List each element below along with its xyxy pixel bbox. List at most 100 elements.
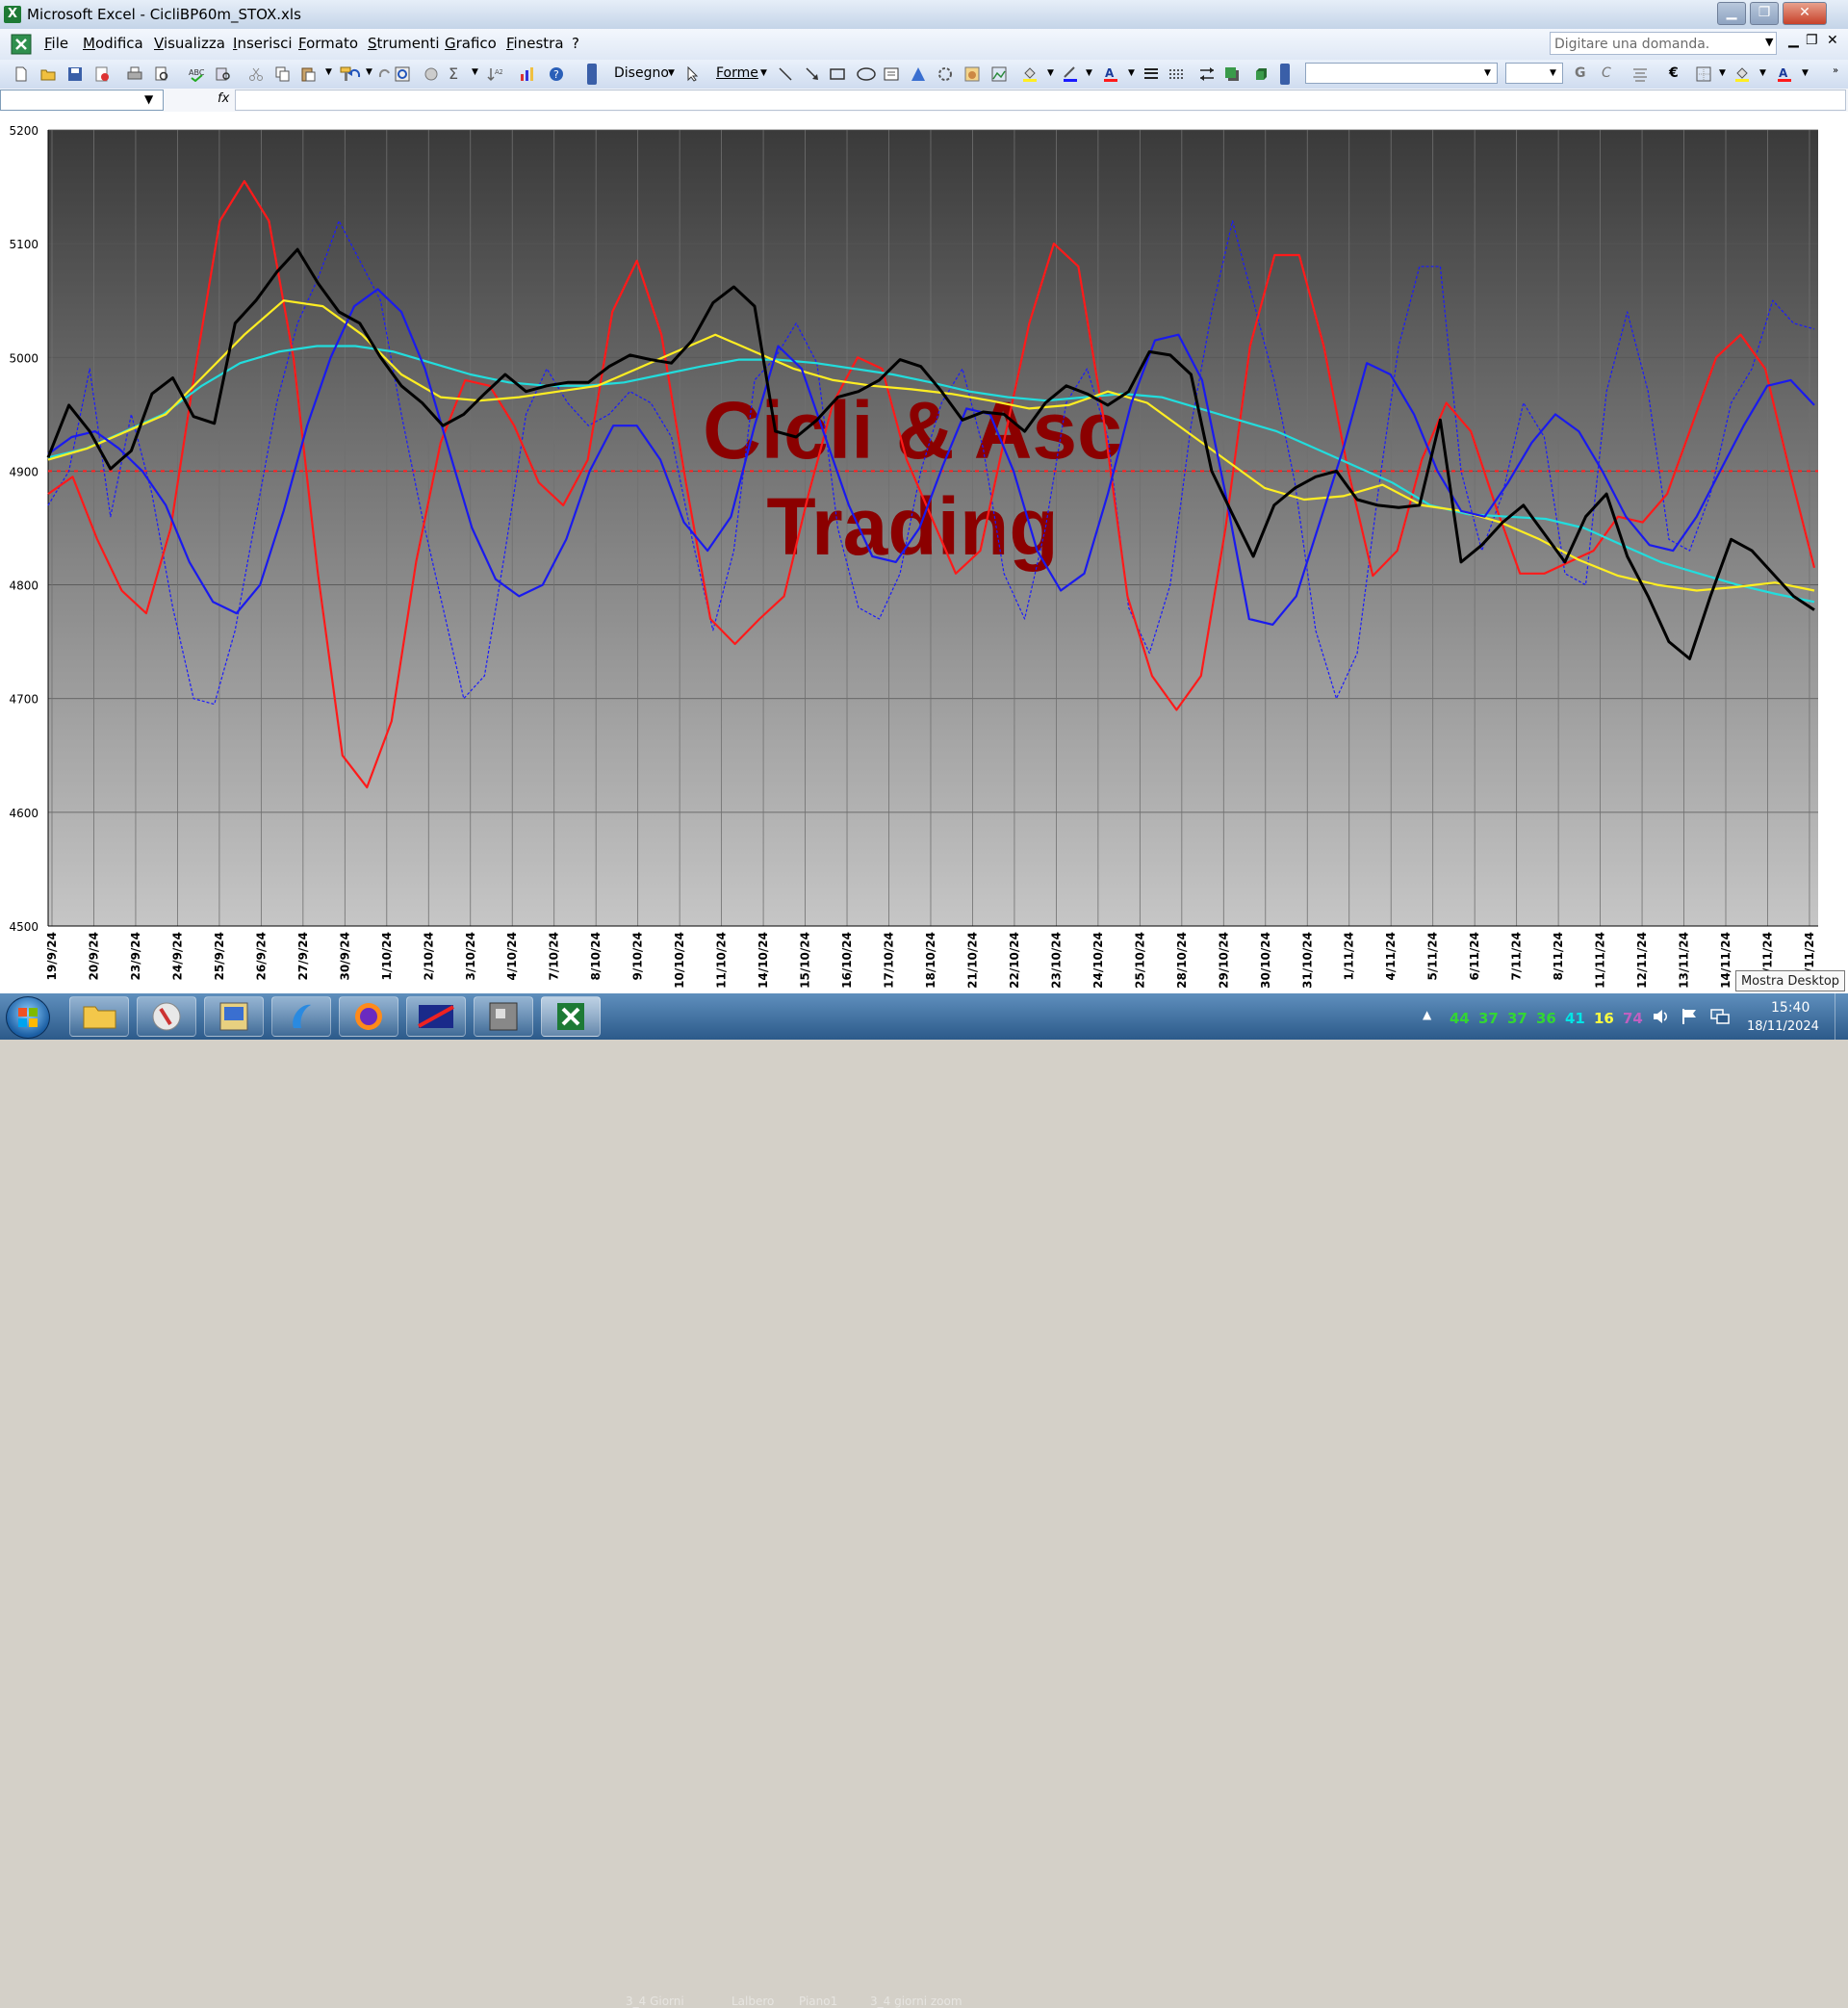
fill-color-icon[interactable] [1022, 66, 1038, 82]
font-color-icon[interactable]: A [1103, 66, 1118, 82]
textbox-tool-icon[interactable] [884, 66, 899, 82]
taskbar-ie[interactable] [271, 996, 331, 1037]
chart-wizard-icon[interactable] [424, 66, 439, 82]
taskbar-trading-app[interactable] [204, 996, 264, 1037]
show-desktop-button[interactable] [1835, 993, 1848, 1040]
select-pointer-icon[interactable] [685, 66, 701, 82]
menu-help[interactable]: ? [572, 35, 579, 52]
fx-icon[interactable]: fx [218, 91, 229, 106]
tray-value-3[interactable]: 37 [1507, 1010, 1527, 1027]
align-icon[interactable] [1632, 66, 1648, 82]
help-icon[interactable]: ? [549, 66, 564, 82]
line-style-icon[interactable] [1143, 66, 1159, 82]
drawing-dropdown-icon[interactable]: ▼ [668, 68, 675, 78]
cut-icon[interactable] [248, 66, 264, 82]
paste-icon[interactable] [300, 66, 316, 82]
menu-modifica[interactable]: Modifica [83, 35, 143, 52]
tray-value-2[interactable]: 37 [1478, 1010, 1499, 1027]
print-preview-icon[interactable] [154, 66, 169, 82]
help-dropdown-icon[interactable]: ▼ [1765, 36, 1773, 48]
start-button[interactable] [6, 996, 50, 1039]
borders-icon[interactable] [1696, 66, 1711, 82]
cycles-chart[interactable]: 4500 4600 4700 4800 4900 5000 5100 5200 19/9/24… [0, 112, 1848, 993]
maximize-button[interactable]: ❐ [1750, 2, 1779, 25]
font-size-dropdown-icon[interactable]: ▼ [1550, 68, 1556, 78]
cell-fill-color-icon[interactable] [1734, 66, 1750, 82]
volume-icon[interactable] [1652, 1007, 1671, 1026]
undo-icon[interactable] [346, 66, 362, 82]
undo-dropdown-icon[interactable]: ▼ [366, 67, 372, 77]
name-box-dropdown-icon[interactable]: ▼ [144, 92, 160, 108]
menu-visualizza[interactable]: Visualizza [154, 35, 225, 52]
excel-app-icon[interactable]: X [4, 6, 21, 23]
shadow-style-icon[interactable] [1224, 66, 1240, 82]
line-color-dropdown-icon[interactable]: ▼ [1086, 68, 1092, 78]
autosum-icon[interactable]: Σ [449, 64, 458, 83]
taskbar-utility[interactable] [474, 996, 533, 1037]
spelling-icon[interactable]: ABC [189, 66, 204, 82]
font-name-dropdown-icon[interactable]: ▼ [1484, 68, 1491, 78]
cell-font-color-dropdown-icon[interactable]: ▼ [1802, 68, 1809, 78]
permission-icon[interactable] [94, 66, 110, 82]
tray-value-6[interactable]: 16 [1594, 1010, 1614, 1027]
toolbar-options-icon[interactable]: » [1833, 65, 1838, 76]
tray-value-1[interactable]: 44 [1450, 1010, 1470, 1027]
paste-dropdown-icon[interactable]: ▼ [325, 67, 332, 77]
new-file-icon[interactable] [13, 66, 29, 82]
sort-icon[interactable]: AZ [487, 66, 502, 82]
research-icon[interactable] [216, 66, 231, 82]
doc-restore-icon[interactable]: ❐ [1806, 33, 1818, 48]
taskbar-explorer[interactable] [69, 996, 129, 1037]
line-color-icon[interactable] [1063, 66, 1078, 82]
clock-date[interactable]: 18/11/2024 [1747, 1019, 1819, 1034]
clock-time[interactable]: 15:40 [1771, 1000, 1810, 1016]
formula-input[interactable] [235, 90, 1846, 111]
print-icon[interactable] [127, 66, 142, 82]
menu-formato[interactable]: Formato [298, 35, 358, 52]
drawing-menu[interactable]: Disegno [614, 65, 669, 81]
save-icon[interactable] [67, 66, 83, 82]
action-center-flag-icon[interactable] [1681, 1007, 1700, 1026]
taskbar-chart-tool[interactable] [406, 996, 466, 1037]
font-color-dropdown-icon[interactable]: ▼ [1128, 68, 1135, 78]
bold-button[interactable]: G [1575, 65, 1586, 81]
cell-fill-dropdown-icon[interactable]: ▼ [1759, 68, 1766, 78]
tray-expand-icon[interactable]: ▲ [1423, 1008, 1431, 1021]
dash-style-icon[interactable] [1168, 66, 1184, 82]
borders-dropdown-icon[interactable]: ▼ [1719, 68, 1726, 78]
insert-picture-icon[interactable] [991, 66, 1007, 82]
diagram-icon[interactable] [937, 66, 953, 82]
3d-style-icon[interactable] [1253, 66, 1269, 82]
arrow-style-icon[interactable] [1199, 66, 1215, 82]
oval-tool-icon[interactable] [857, 66, 876, 82]
chart-icon[interactable] [520, 66, 535, 82]
minimize-button[interactable]: ▁ [1717, 2, 1746, 25]
autosum-dropdown-icon[interactable]: ▼ [472, 67, 478, 77]
redo-icon[interactable] [377, 66, 393, 82]
menu-file[interactable]: File [44, 35, 68, 52]
close-button[interactable]: ✕ [1783, 2, 1827, 25]
taskbar-firefox[interactable] [339, 996, 398, 1037]
network-icon[interactable] [1709, 1007, 1731, 1026]
excel-doc-icon[interactable] [10, 33, 33, 56]
chart-area[interactable]: 4500 4600 4700 4800 4900 5000 5100 5200 19/9/24… [0, 112, 1848, 993]
italic-button[interactable]: C [1602, 65, 1611, 81]
menu-finestra[interactable]: Finestra [506, 35, 564, 52]
menu-grafico[interactable]: Grafico [445, 35, 497, 52]
doc-minimize-icon[interactable]: ▁ [1788, 33, 1799, 48]
doc-close-icon[interactable]: ✕ [1827, 33, 1838, 48]
tray-value-7[interactable]: 74 [1623, 1010, 1643, 1027]
fill-color-dropdown-icon[interactable]: ▼ [1047, 68, 1054, 78]
tray-value-5[interactable]: 41 [1565, 1010, 1585, 1027]
taskbar-excel[interactable] [541, 996, 601, 1037]
cell-font-color-icon[interactable]: A [1777, 66, 1792, 82]
font-name-combo[interactable] [1305, 63, 1498, 84]
tray-value-4[interactable]: 36 [1536, 1010, 1556, 1027]
hyperlink-icon[interactable] [395, 66, 410, 82]
shapes-dropdown-icon[interactable]: ▼ [760, 68, 767, 78]
menu-strumenti[interactable]: Strumenti [368, 35, 439, 52]
arrow-tool-icon[interactable] [805, 66, 820, 82]
euro-currency-button[interactable]: € [1669, 65, 1679, 81]
shapes-menu[interactable]: Forme [716, 65, 758, 81]
taskbar-opera[interactable] [137, 996, 196, 1037]
